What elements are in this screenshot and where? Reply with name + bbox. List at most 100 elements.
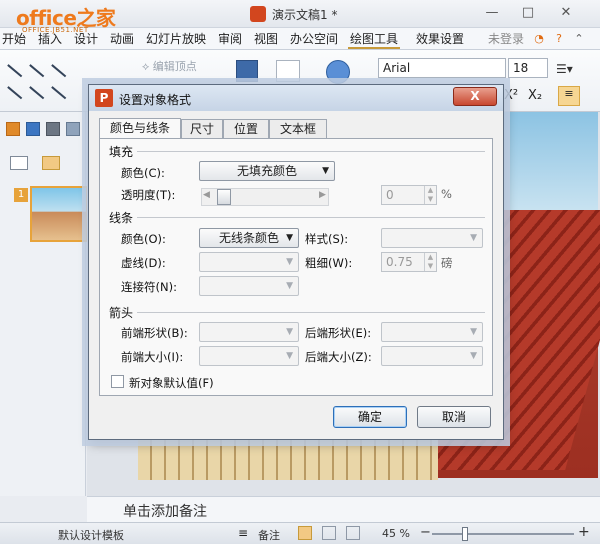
transparency-value: 0	[386, 188, 394, 202]
dash-label: 虚线(D):	[121, 256, 166, 270]
fill-color-icon[interactable]	[236, 60, 258, 82]
print-icon[interactable]	[46, 122, 60, 136]
font-size-field[interactable]: 18	[508, 58, 548, 78]
spinner-arrows-icon[interactable]: ▲ ▼	[424, 186, 436, 204]
minimize-icon[interactable]: —	[482, 4, 502, 22]
list-icon[interactable]: ☰▾	[556, 62, 584, 78]
chevron-down-icon: ▼	[286, 257, 293, 267]
slide-sorter-icon[interactable]	[322, 526, 336, 540]
connector-label: 连接符(N):	[121, 280, 177, 294]
elbow-shape-icon[interactable]	[29, 86, 45, 99]
maximize-icon[interactable]: □	[518, 4, 538, 22]
line-shape-icon[interactable]	[7, 64, 23, 77]
skin-icon[interactable]: ◔	[532, 32, 546, 46]
chevron-down-icon: ▼	[286, 327, 293, 337]
help-icon[interactable]: ?	[552, 32, 566, 46]
subscript-icon[interactable]: X₂	[528, 88, 550, 106]
line-separator	[137, 217, 485, 218]
freeform-shape-icon[interactable]	[51, 86, 67, 99]
line-style-dropdown[interactable]: ▼	[381, 228, 483, 248]
fill-color-label: 颜色(C):	[121, 166, 165, 180]
arrow-separator	[137, 312, 485, 313]
tab-color-and-lines[interactable]: 颜色与线条	[99, 118, 181, 139]
end-size-dropdown[interactable]: ▼	[381, 346, 483, 366]
dialog-app-icon: P	[95, 89, 113, 107]
tab-drawing-tools[interactable]: 绘图工具	[348, 30, 401, 49]
slide-thumbnail-pane	[0, 112, 86, 496]
tab-size[interactable]: 尺寸	[181, 119, 223, 138]
default-for-new-objects-checkbox[interactable]	[111, 375, 124, 388]
slider-left-arrow-icon[interactable]: ◀	[203, 190, 210, 200]
weight-unit: 磅	[441, 256, 453, 270]
outline-view-icon[interactable]	[10, 156, 28, 170]
dash-dropdown[interactable]: ▼	[199, 252, 299, 272]
align-left-icon[interactable]: ≡	[558, 86, 580, 106]
line-color-label: 颜色(O):	[121, 232, 166, 246]
chevron-down-icon: ▼	[470, 327, 477, 337]
chevron-down-icon: ▼	[470, 233, 477, 243]
line-section-heading: 线条	[109, 211, 134, 225]
line-color-dropdown[interactable]: 无线条颜色 ▼	[199, 228, 299, 248]
new-file-icon[interactable]	[6, 122, 20, 136]
dialog-close-button[interactable]: X	[453, 87, 497, 106]
slide-number: 1	[14, 188, 28, 202]
zoom-slider-thumb[interactable]	[462, 527, 468, 541]
end-style-label: 后端形状(E):	[305, 326, 372, 340]
tab-review[interactable]: 审阅	[216, 30, 244, 49]
spinner-arrows-icon[interactable]: ▲ ▼	[424, 253, 436, 271]
slideshow-view-icon[interactable]	[346, 526, 360, 540]
tab-text-box[interactable]: 文本框	[269, 119, 327, 138]
cancel-button[interactable]: 取消	[417, 406, 491, 428]
transparency-label: 透明度(T):	[121, 188, 176, 202]
weight-spinner[interactable]: 0.75 ▲ ▼	[381, 252, 437, 272]
login-status[interactable]: 未登录	[486, 30, 526, 49]
close-window-icon[interactable]: ✕	[556, 4, 576, 22]
chevron-down-icon: ▼	[470, 351, 477, 361]
end-style-dropdown[interactable]: ▼	[381, 322, 483, 342]
end-size-label: 后端大小(Z):	[305, 350, 372, 364]
dialog-title-bar[interactable]: P 设置对象格式 X	[89, 85, 503, 111]
tab-effect-settings[interactable]: 效果设置	[414, 30, 466, 49]
slider-right-arrow-icon[interactable]: ▶	[319, 190, 326, 200]
notes-pane[interactable]: 单击添加备注	[87, 496, 600, 522]
curve-shape-icon[interactable]	[7, 86, 23, 99]
notes-toggle[interactable]: 备注	[258, 527, 280, 543]
normal-view-icon[interactable]	[298, 526, 312, 540]
shape-effect-icon[interactable]	[326, 60, 350, 84]
arrow-shape-icon[interactable]	[29, 64, 45, 77]
notes-icon[interactable]: ≡	[238, 526, 248, 540]
zoom-out-icon[interactable]: −	[420, 525, 431, 540]
window-title: 演示文稿1 *	[272, 8, 338, 22]
font-name-field[interactable]: Arial	[378, 58, 506, 78]
transparency-spinner[interactable]: 0 ▲ ▼	[381, 185, 437, 205]
tab-office-space[interactable]: 办公空间	[288, 30, 340, 49]
fill-separator	[137, 151, 485, 152]
preview-icon[interactable]	[66, 122, 80, 136]
tab-view[interactable]: 视图	[252, 30, 280, 49]
edit-vertex-button[interactable]: ⟡ 编辑顶点	[142, 58, 197, 74]
line-style-label: 样式(S):	[305, 232, 349, 246]
zoom-slider-track[interactable]	[432, 533, 574, 535]
tab-position[interactable]: 位置	[223, 119, 269, 138]
superscript-icon[interactable]: X²	[504, 88, 526, 106]
weight-value: 0.75	[386, 255, 413, 269]
transparency-unit: %	[441, 187, 452, 201]
line-color-icon[interactable]	[276, 60, 300, 82]
slides-view-icon[interactable]	[42, 156, 60, 170]
notes-placeholder: 单击添加备注	[123, 504, 207, 520]
begin-style-dropdown[interactable]: ▼	[199, 322, 299, 342]
begin-size-dropdown[interactable]: ▼	[199, 346, 299, 366]
save-icon[interactable]	[26, 122, 40, 136]
ok-button[interactable]: 确定	[333, 406, 407, 428]
design-template-status: 默认设计模板	[58, 529, 124, 542]
zoom-in-icon[interactable]: +	[578, 524, 590, 540]
site-logo: office之家 OFFICE.JB51.NET	[8, 2, 120, 38]
app-icon	[250, 6, 266, 22]
slide-thumbnail[interactable]	[30, 186, 88, 242]
collapse-ribbon-icon[interactable]: ⌃	[572, 32, 586, 46]
fill-color-dropdown[interactable]: 无填充颜色 ▼	[199, 161, 335, 181]
tab-slideshow[interactable]: 幻灯片放映	[144, 30, 208, 49]
double-arrow-shape-icon[interactable]	[51, 64, 67, 77]
transparency-slider-thumb[interactable]	[217, 189, 231, 205]
connector-dropdown[interactable]: ▼	[199, 276, 299, 296]
